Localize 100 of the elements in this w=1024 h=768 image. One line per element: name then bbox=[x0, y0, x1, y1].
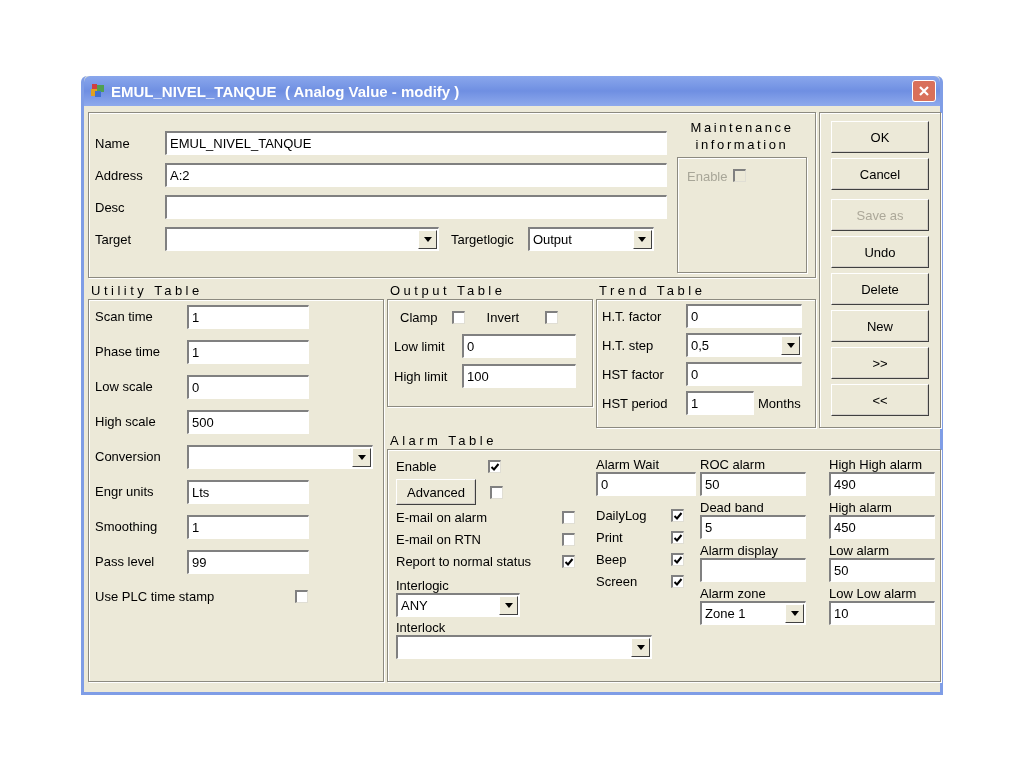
field-label: HST factor bbox=[602, 366, 665, 382]
field-label: E-mail on alarm bbox=[396, 509, 489, 525]
field-label: Enable bbox=[687, 169, 728, 184]
dropdown[interactable]: 0,5 bbox=[686, 333, 802, 357]
close-icon bbox=[918, 85, 930, 97]
text-field[interactable]: 0 bbox=[187, 374, 309, 399]
field-label: Targetlogic bbox=[451, 231, 514, 247]
caret-icon bbox=[638, 237, 647, 242]
field-label: High High alarm bbox=[829, 457, 924, 472]
text-field[interactable]: 0 bbox=[462, 334, 576, 358]
dialog-button[interactable]: Delete bbox=[831, 273, 929, 305]
advanced-button[interactable]: Advanced bbox=[396, 479, 476, 505]
caret-icon bbox=[636, 645, 645, 650]
dialog-button[interactable]: >> bbox=[831, 347, 929, 379]
field-label: HST period bbox=[602, 395, 669, 411]
field-label: Pass level bbox=[95, 554, 156, 569]
field-label: H.T. step bbox=[602, 337, 655, 353]
field-label: Name bbox=[95, 135, 131, 151]
checkbox[interactable] bbox=[295, 590, 308, 603]
dropdown[interactable]: Output bbox=[527, 227, 654, 251]
field-label: Conversion bbox=[95, 449, 162, 464]
field-label: Scan time bbox=[95, 309, 154, 324]
text-field[interactable]: 500 bbox=[187, 409, 309, 434]
caret-icon bbox=[357, 454, 366, 460]
field-label: E-mail on RTN bbox=[396, 531, 482, 547]
text-field[interactable]: 5 bbox=[700, 515, 806, 539]
text-field[interactable]: 1 bbox=[187, 304, 309, 329]
text-field[interactable]: 0 bbox=[686, 362, 802, 386]
dropdown[interactable]: Zone 1 bbox=[700, 601, 806, 625]
caret-icon bbox=[790, 611, 799, 616]
text-field[interactable]: A:2 bbox=[165, 163, 667, 187]
group-title: Maintenance information bbox=[689, 119, 795, 154]
field-label: Dead band bbox=[700, 500, 765, 515]
text-field[interactable]: 490 bbox=[829, 472, 935, 496]
checkbox[interactable] bbox=[451, 310, 465, 324]
caret-icon bbox=[423, 237, 432, 242]
checkbox[interactable] bbox=[488, 459, 501, 473]
checkbox[interactable] bbox=[545, 310, 559, 324]
field-label: Smoothing bbox=[95, 519, 159, 534]
dropdown[interactable] bbox=[396, 635, 652, 659]
app-icon bbox=[90, 83, 106, 99]
text-field[interactable]: 0 bbox=[686, 304, 802, 328]
field-label: Target bbox=[95, 231, 133, 247]
caret-icon bbox=[504, 603, 513, 608]
text-field[interactable]: 10 bbox=[829, 601, 935, 625]
dialog-button[interactable]: Undo bbox=[831, 236, 929, 268]
text-field[interactable]: 100 bbox=[462, 364, 576, 388]
field-label: Address bbox=[95, 167, 144, 183]
field-label: Report to normal status bbox=[396, 553, 533, 569]
dialog-button[interactable]: New bbox=[831, 310, 929, 342]
field-label: Beep bbox=[596, 551, 628, 567]
field-label: ROC alarm bbox=[700, 457, 766, 472]
dropdown[interactable] bbox=[187, 444, 373, 469]
field-label: Screen bbox=[596, 573, 639, 589]
field-label: High alarm bbox=[829, 500, 893, 515]
dialog-button[interactable]: Cancel bbox=[831, 158, 929, 190]
text-field[interactable]: 50 bbox=[700, 472, 806, 496]
field-label: Use PLC time stamp bbox=[95, 589, 216, 604]
checkbox[interactable] bbox=[562, 532, 575, 546]
text-field[interactable] bbox=[700, 558, 806, 582]
text-field[interactable]: 0 bbox=[596, 472, 696, 496]
field-label: Enable bbox=[396, 458, 438, 474]
text-field[interactable] bbox=[165, 195, 667, 219]
field-label: Desc bbox=[95, 199, 126, 215]
checkbox[interactable] bbox=[671, 552, 684, 566]
checkbox[interactable] bbox=[671, 530, 684, 544]
text-field[interactable]: 50 bbox=[829, 558, 935, 582]
checkbox[interactable] bbox=[562, 510, 575, 524]
field-label: Engr units bbox=[95, 484, 155, 499]
close-button[interactable] bbox=[912, 80, 936, 102]
dropdown[interactable]: ANY bbox=[396, 593, 520, 617]
text-field[interactable]: 1 bbox=[187, 339, 309, 364]
field-label: Low alarm bbox=[829, 543, 890, 558]
checkbox[interactable] bbox=[671, 508, 684, 522]
dropdown[interactable] bbox=[165, 227, 439, 251]
dialog-button[interactable]: << bbox=[831, 384, 929, 416]
checkbox[interactable] bbox=[671, 574, 684, 588]
field-label: High limit bbox=[394, 368, 449, 384]
field-label: Low Low alarm bbox=[829, 586, 918, 601]
field-label: DailyLog bbox=[596, 507, 648, 523]
field-label: Months bbox=[758, 395, 801, 411]
checkbox[interactable] bbox=[490, 485, 503, 499]
text-field[interactable]: 1 bbox=[187, 514, 309, 539]
field-label: Phase time bbox=[95, 344, 162, 359]
text-field[interactable]: Lts bbox=[187, 479, 309, 504]
field-label: Alarm Wait bbox=[596, 457, 661, 472]
text-field[interactable]: 450 bbox=[829, 515, 935, 539]
text-field[interactable]: 99 bbox=[187, 549, 309, 574]
text-field[interactable]: EMUL_NIVEL_TANQUE bbox=[165, 131, 667, 155]
field-label: Invert bbox=[486, 309, 520, 325]
text-field[interactable]: 1 bbox=[686, 391, 754, 415]
field-label: Clamp bbox=[400, 309, 438, 325]
field-label: Low scale bbox=[95, 379, 154, 394]
field-label: Alarm zone bbox=[700, 586, 767, 601]
field-label: High scale bbox=[95, 414, 157, 429]
field-label: Alarm display bbox=[700, 543, 780, 558]
dialog-button[interactable]: OK bbox=[831, 121, 929, 153]
field-label: Interlock bbox=[396, 620, 447, 635]
checkbox[interactable] bbox=[562, 554, 575, 568]
field-label: Low limit bbox=[394, 338, 446, 354]
